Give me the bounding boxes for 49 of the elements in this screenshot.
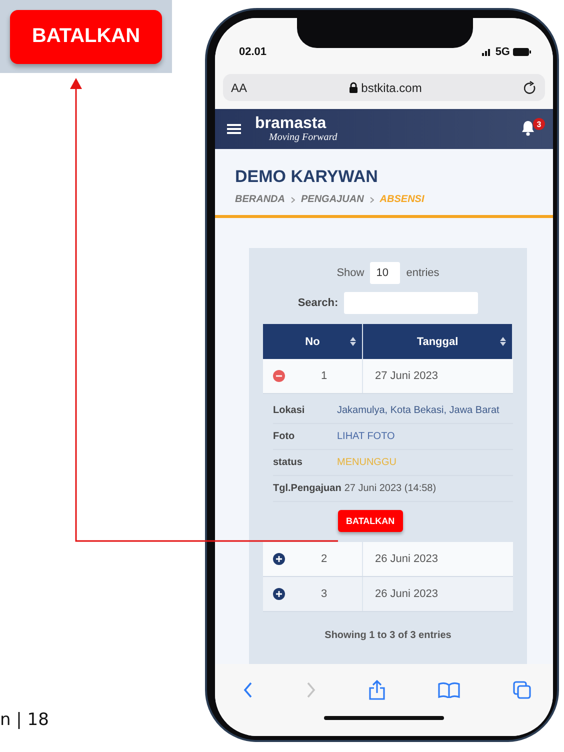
- search-field[interactable]: [344, 292, 478, 314]
- sort-icon[interactable]: [500, 337, 506, 346]
- battery-icon: [513, 48, 531, 56]
- network-label: 5G: [495, 46, 510, 58]
- search-label: Search:: [298, 297, 338, 309]
- show-label: Show: [336, 267, 364, 279]
- detail-label: status: [273, 457, 304, 468]
- share-icon[interactable]: [369, 680, 385, 700]
- status-time: 02.01: [239, 46, 267, 58]
- lock-icon: [349, 82, 358, 93]
- cancel-button[interactable]: BATALKAN: [10, 10, 162, 64]
- back-icon[interactable]: [243, 682, 253, 698]
- status-value: MENUNGGU: [337, 457, 396, 468]
- reload-icon[interactable]: [524, 80, 537, 94]
- photo-link[interactable]: LIHAT FOTO: [337, 431, 395, 442]
- logo-tagline: Moving Forward: [269, 132, 338, 142]
- tabs-icon[interactable]: [513, 681, 531, 699]
- entries-label: entries: [406, 267, 440, 279]
- table-cell-text: 26 Juni 2023: [374, 552, 439, 567]
- expand-icon[interactable]: [273, 588, 285, 600]
- text-size-button[interactable]: AA: [231, 80, 248, 94]
- detail-label: Lokasi: [273, 405, 306, 416]
- expand-icon[interactable]: [273, 553, 285, 565]
- logo-text: bramasta: [255, 116, 328, 132]
- table-cell-text: 27 Juni 2023: [374, 369, 439, 384]
- chevron-icon: [370, 196, 374, 202]
- detail-label: Foto: [273, 431, 296, 442]
- detail-label: Tgl.Pengajuan: [273, 483, 342, 494]
- collapse-icon[interactable]: [273, 370, 285, 382]
- table-info: Showing 1 to 3 of 3 entries: [324, 630, 452, 641]
- cancel-button[interactable]: BATALKAN: [338, 510, 403, 532]
- table-cell: 2: [263, 542, 363, 576]
- table-cell-text: 26 Juni 2023: [374, 587, 439, 602]
- table-cell: 3: [263, 577, 363, 611]
- bookmarks-icon[interactable]: [438, 682, 460, 698]
- chevron-icon: [291, 196, 295, 202]
- detail-value: 27 Juni 2023 (14:58): [344, 483, 436, 494]
- address-bar[interactable]: AA bstkita.com: [223, 74, 545, 101]
- menu-icon[interactable]: [227, 123, 241, 135]
- page-title: DEMO KARYWAN: [235, 167, 379, 187]
- detail-value: Jakamulya, Kota Bekasi, Jawa Barat: [337, 405, 500, 416]
- signal-icon: [482, 48, 492, 56]
- page-size-select[interactable]: 10: [370, 262, 400, 284]
- table-cell: 1: [263, 359, 363, 393]
- breadcrumb-link[interactable]: BERANDA: [235, 194, 285, 205]
- url-text: bstkita.com: [361, 80, 422, 94]
- breadcrumb-link[interactable]: PENGAJUAN: [301, 194, 364, 205]
- page-number: n | 18: [0, 710, 50, 730]
- sort-icon[interactable]: [350, 337, 356, 346]
